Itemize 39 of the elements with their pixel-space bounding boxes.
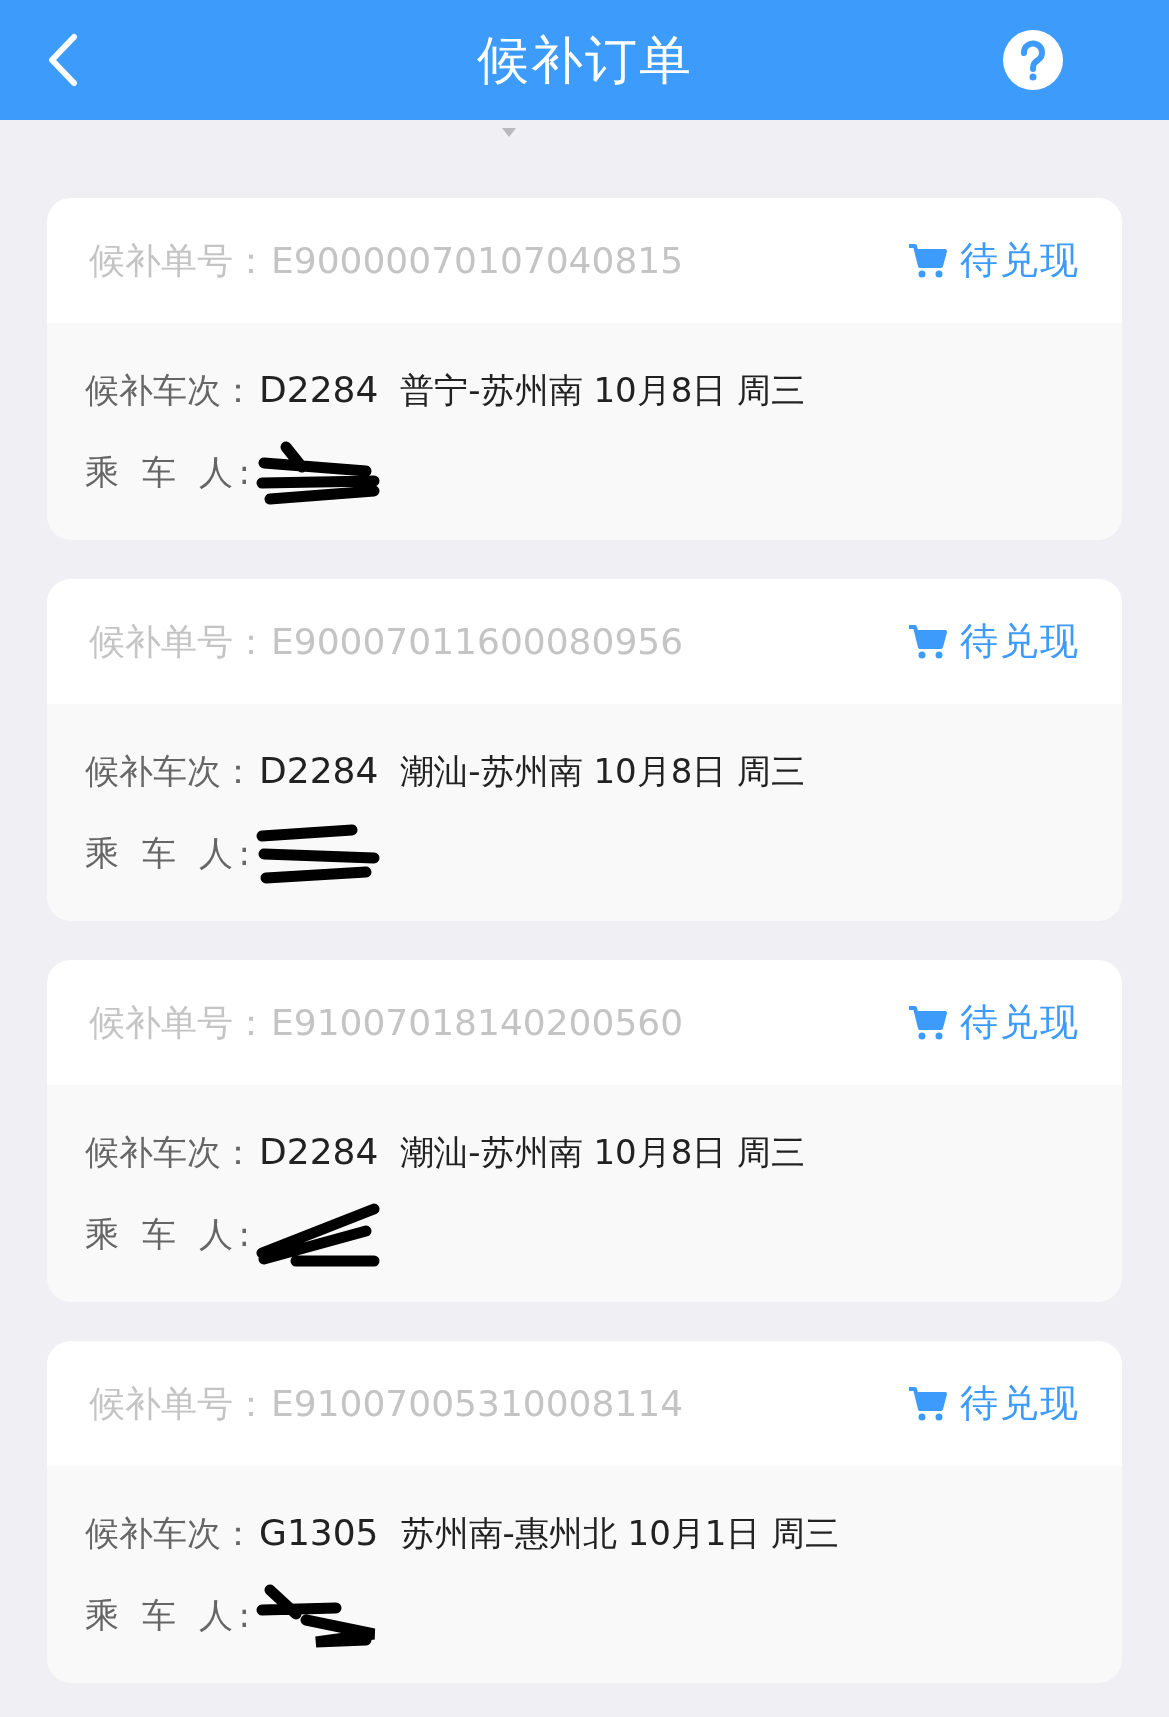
cart-icon [908,1385,948,1422]
order-number: E91007005310008114 [271,1381,684,1426]
order-number: E91007018140200560 [271,1000,684,1045]
passenger-label: 乘 车 人: [85,832,257,875]
order-card[interactable]: 候补单号：E90000070107040815 待兑现 候补车次：D2284 普宁-苏州南 10月8日 周三 乘 车 人: [47,198,1122,540]
train-label: 候补车次： [85,749,255,793]
order-number: E90007011600080956 [271,619,684,664]
cart-icon [908,623,948,660]
order-number: E90000070107040815 [271,238,684,283]
order-card[interactable]: 候补单号：E91007018140200560 待兑现 候补车次：D2284 潮汕-苏州南 10月8日 周三 乘 车 人: [47,960,1122,1302]
order-number-label: 候补单号： [89,238,269,283]
order-status: 待兑现 [960,237,1080,284]
train-number: D2284 [259,368,379,412]
train-route: 普宁-苏州南 10月8日 周三 [400,368,806,412]
train-number: G1305 [259,1511,379,1555]
order-status: 待兑现 [960,999,1080,1046]
page-title: 候补订单 [476,29,693,92]
train-route: 潮汕-苏州南 10月8日 周三 [400,749,806,793]
train-label: 候补车次： [85,1130,255,1174]
order-card[interactable]: 候补单号：E91007005310008114 待兑现 候补车次：G1305 苏州南-惠州北 10月1日 周三 乘 车 人: [47,1341,1122,1683]
help-icon[interactable] [1003,30,1063,90]
cart-icon [908,242,948,279]
order-status: 待兑现 [960,618,1080,665]
order-number-label: 候补单号： [89,1000,269,1045]
train-route: 潮汕-苏州南 10月8日 周三 [400,1130,806,1174]
order-status: 待兑现 [960,1380,1080,1427]
passenger-label: 乘 车 人: [85,1594,257,1637]
train-label: 候补车次： [85,1511,255,1555]
train-number: D2284 [259,749,379,793]
train-number: D2284 [259,1130,379,1174]
cart-icon [908,1004,948,1041]
pull-indicator-icon [501,128,516,137]
train-label: 候补车次： [85,368,255,412]
order-number-label: 候补单号： [89,619,269,664]
train-route: 苏州南-惠州北 10月1日 周三 [400,1511,840,1555]
order-number-label: 候补单号： [89,1381,269,1426]
passenger-label: 乘 车 人: [85,1213,257,1256]
passenger-label: 乘 车 人: [85,451,257,494]
order-card[interactable]: 候补单号：E90007011600080956 待兑现 候补车次：D2284 潮汕-苏州南 10月8日 周三 乘 车 人: [47,579,1122,921]
